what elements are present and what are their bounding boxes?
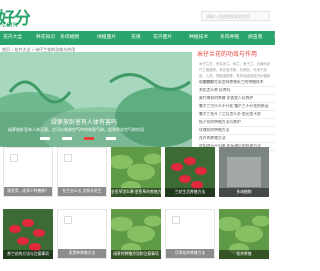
article-link[interactable]: 栀子花的种植方法与养护	[199, 120, 275, 125]
image-card[interactable]: 花卉养殖	[219, 209, 269, 259]
image-card[interactable]: 月季花的养殖方法	[165, 209, 215, 259]
nav-item[interactable]: 热门专题	[274, 31, 293, 45]
list-divider	[199, 110, 275, 111]
list-divider	[199, 118, 275, 119]
nav-item[interactable]: 多肉植物	[60, 31, 79, 45]
image-caption: 花卉养殖	[219, 250, 269, 259]
search-input[interactable]: 请输入你想要搜索的内容	[201, 11, 270, 21]
logo-domain: .com	[0, 20, 18, 29]
panel-title[interactable]: 米仔兰花的功效与作用	[197, 49, 257, 58]
nav-item[interactable]: 养花知识	[36, 31, 55, 45]
image-card[interactable]: 兰花生活养殖方法	[165, 147, 215, 197]
slider-dot[interactable]	[62, 137, 72, 140]
image-card[interactable]: 花生怎么长 怎样长花生	[57, 147, 107, 197]
nav-item[interactable]: 种植技术	[189, 31, 208, 45]
image-card[interactable]: 绿萝的养殖方法和注意事项	[111, 209, 161, 259]
slider-dot[interactable]	[84, 137, 94, 140]
main-nav: 花卉大全 养花知识 多肉植物 绿植图片 花语 花卉图片 种植技术 多肉养殖 病虫害 热门专题	[0, 31, 293, 45]
banner-headline[interactable]: 绿萝放卧室有人体有害吗	[24, 117, 144, 126]
slider-dot[interactable]	[40, 137, 50, 140]
list-divider	[199, 126, 275, 127]
image-caption: 月季花的养殖方法	[166, 249, 214, 258]
list-divider	[199, 134, 275, 135]
image-placeholder-icon	[64, 216, 72, 224]
image-caption: 花生怎么长 怎样长花生	[58, 187, 106, 196]
nav-item[interactable]: 花卉大全	[3, 31, 22, 45]
article-link[interactable]: 茶花怎么养 好养吗	[199, 88, 275, 93]
image-placeholder-icon	[64, 154, 72, 162]
slider-dot[interactable]	[106, 137, 116, 140]
image-caption: 观赏类，成多少种植物？	[4, 187, 52, 196]
image-placeholder-icon	[172, 216, 180, 224]
article-link[interactable]: 蟹爪兰花开了之后怎么办 剪还是不剪	[199, 112, 275, 117]
nav-item[interactable]: 花语	[131, 31, 141, 45]
image-card[interactable]: 家里种养殖方法	[57, 209, 107, 259]
nav-item[interactable]: 多肉养殖	[220, 31, 239, 45]
article-link[interactable]: 黄竹梅如何养殖 花香宜人好养护	[199, 96, 275, 101]
article-link[interactable]: 玫瑰花的种植方法	[199, 128, 275, 133]
image-placeholder-icon	[10, 154, 18, 162]
image-card[interactable]: 养兰花的方法与注意事项	[3, 209, 53, 259]
list-divider	[199, 142, 275, 143]
nav-item[interactable]: 花卉图片	[153, 31, 172, 45]
article-link[interactable]: 花卉的养殖方法	[199, 136, 275, 141]
nav-item[interactable]: 绿植图片	[97, 31, 116, 45]
image-caption: 多肉植物	[219, 188, 269, 197]
image-caption: 养兰花的方法与注意事项	[3, 250, 53, 259]
image-caption: 兰花生活养殖方法	[165, 188, 215, 197]
list-divider	[199, 94, 275, 95]
list-divider	[199, 86, 275, 87]
nav-item[interactable]: 病虫害	[248, 31, 262, 45]
image-card[interactable]: 多肉植物	[219, 147, 269, 197]
image-card[interactable]: 金鱼草怎么养 金鱼草的养殖方法	[111, 147, 161, 197]
article-link[interactable]: 小度教你在家怎样养殖米兰的种植技术	[199, 80, 275, 85]
image-caption: 家里种养殖方法	[58, 249, 106, 258]
site-logo[interactable]: 好分享 .com	[0, 4, 30, 30]
banner-subline: 绿萝放卧室有人体无害，它可以吸收空气中的有害气体，起到净化空气的作用	[8, 127, 144, 132]
article-link[interactable]: 蟹爪兰为什么不开花 蟹爪兰不开花的原因	[199, 104, 275, 109]
list-divider	[199, 102, 275, 103]
image-caption: 金鱼草怎么养 金鱼草的养殖方法	[111, 188, 161, 197]
image-card[interactable]: 观赏类，成多少种植物？	[3, 147, 53, 197]
image-caption: 绿萝的养殖方法和注意事项	[111, 250, 161, 259]
